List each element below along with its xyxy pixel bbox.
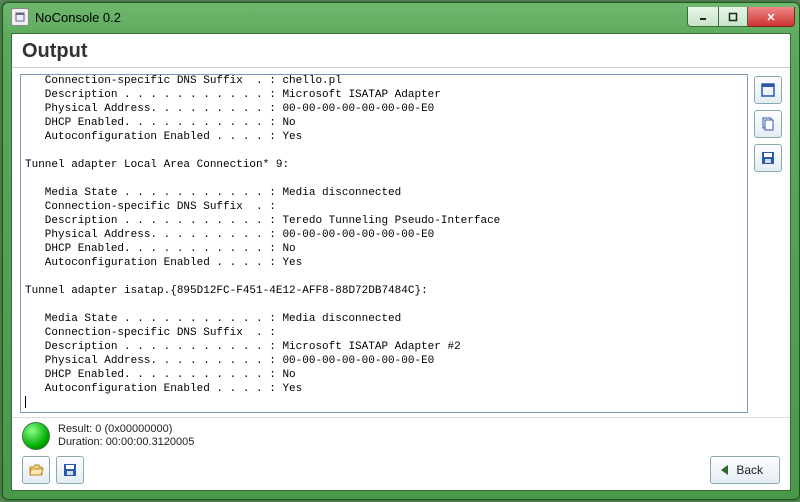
duration-line: Duration: 00:00:00.3120005 [58,436,194,449]
back-arrow-icon [721,465,728,475]
app-icon [11,8,29,26]
save-button[interactable] [56,456,84,484]
app-window: NoConsole 0.2 Output Connection-specific… [2,2,800,500]
save-output-button[interactable] [754,144,782,172]
minimize-button[interactable] [687,7,719,27]
open-button[interactable] [22,456,50,484]
save-icon [760,150,776,166]
footer: Result: 0 (0x00000000) Duration: 00:00:0… [12,417,790,490]
copy-button[interactable] [754,110,782,138]
text-cursor [25,396,26,408]
close-button[interactable] [748,7,795,27]
status-text: Result: 0 (0x00000000) Duration: 00:00:0… [58,423,194,449]
back-button[interactable]: Back [710,456,780,484]
status-indicator-icon [22,422,50,450]
output-text: Connection-specific DNS Suffix . : chell… [25,75,500,395]
side-toolbar [754,74,782,413]
body-row: Connection-specific DNS Suffix . : chell… [12,68,790,417]
maximize-button[interactable] [719,7,748,27]
window-title: NoConsole 0.2 [35,10,121,25]
save-disk-icon [62,462,78,478]
maximize-output-button[interactable] [754,76,782,104]
maximize-output-icon [760,82,776,98]
button-row: Back [22,456,780,484]
back-button-label: Back [736,463,763,477]
title-bar[interactable]: NoConsole 0.2 [3,3,799,31]
open-folder-icon [28,462,44,478]
output-textbox[interactable]: Connection-specific DNS Suffix . : chell… [20,74,748,413]
copy-icon [760,116,776,132]
client-area: Output Connection-specific DNS Suffix . … [11,33,791,491]
page-title: Output [12,34,790,68]
result-line: Result: 0 (0x00000000) [58,423,194,436]
window-controls [687,7,795,27]
status-row: Result: 0 (0x00000000) Duration: 00:00:0… [22,422,780,450]
